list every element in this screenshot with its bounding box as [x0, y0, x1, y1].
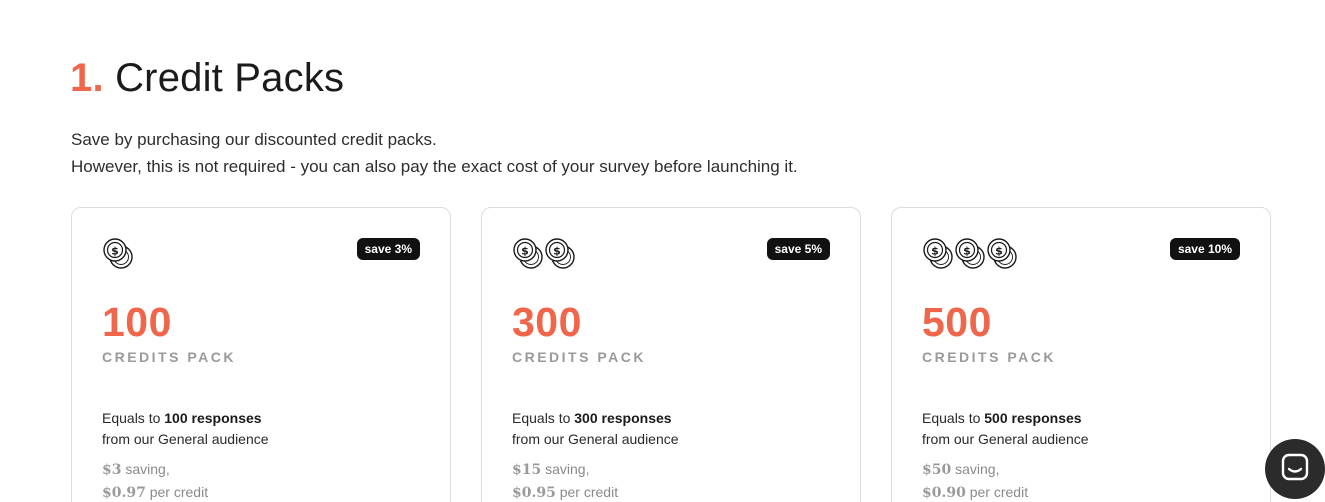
saving-amount: $50: [922, 462, 952, 478]
equals-text: Equals to 300 responses from our General…: [512, 408, 679, 450]
equals-responses: 100 responses: [164, 410, 262, 426]
save-badge: save 5%: [766, 238, 830, 260]
dollar-coin-icon: $: [922, 237, 954, 271]
saving-label: saving,: [545, 461, 590, 477]
svg-text:$: $: [111, 245, 119, 258]
dollar-coin-icon: $: [512, 237, 544, 271]
saving-text: $15 saving, $0.95 per credit: [512, 458, 618, 502]
credit-pack-card-100[interactable]: $ save 3% 100 CREDITS PACK Equals to 100…: [71, 207, 451, 502]
section-number: 1.: [70, 56, 104, 100]
saving-label: saving,: [955, 461, 1000, 477]
equals-suffix: from our General audience: [512, 431, 679, 447]
equals-responses: 300 responses: [574, 410, 672, 426]
per-credit-amount: $0.97: [102, 485, 146, 501]
per-credit-amount: $0.90: [922, 485, 966, 501]
per-credit-label: per credit: [149, 484, 209, 500]
section-heading: 1. Credit Packs: [70, 56, 344, 100]
chat-launcher-button[interactable]: [1265, 439, 1325, 499]
pack-amount: 300: [512, 299, 582, 345]
saving-text: $3 saving, $0.97 per credit: [102, 458, 208, 502]
saving-text: $50 saving, $0.90 per credit: [922, 458, 1028, 502]
coins-group: $ $ $: [922, 237, 1018, 271]
dollar-coin-icon: $: [986, 237, 1018, 271]
credit-pack-card-300[interactable]: $ $ save 5% 300 CREDITS PACK Equals to 3…: [481, 207, 861, 502]
equals-prefix: Equals to: [922, 410, 981, 426]
intro-line-1: Save by purchasing our discounted credit…: [71, 130, 437, 149]
equals-suffix: from our General audience: [922, 431, 1089, 447]
credit-pack-card-500[interactable]: $ $ $ save 10% 500 CREDITS PACK Equals t…: [891, 207, 1271, 502]
saving-label: saving,: [125, 461, 170, 477]
svg-text:$: $: [521, 245, 529, 258]
dollar-coin-icon: $: [954, 237, 986, 271]
save-badge: save 3%: [356, 238, 420, 260]
section-title: Credit Packs: [115, 56, 345, 100]
intro-line-2: However, this is not required - you can …: [71, 157, 798, 176]
dollar-coin-icon: $: [544, 237, 576, 271]
coins-group: $ $: [512, 237, 576, 271]
svg-text:$: $: [995, 245, 1003, 258]
pack-label: CREDITS PACK: [102, 349, 236, 365]
saving-amount: $15: [512, 462, 542, 478]
equals-text: Equals to 100 responses from our General…: [102, 408, 269, 450]
per-credit-amount: $0.95: [512, 485, 556, 501]
coins-group: $: [102, 237, 134, 271]
equals-prefix: Equals to: [102, 410, 161, 426]
intro-text: Save by purchasing our discounted credit…: [71, 126, 798, 180]
svg-text:$: $: [963, 245, 971, 258]
per-credit-label: per credit: [969, 484, 1029, 500]
credit-packs-section: 1. Credit Packs Save by purchasing our d…: [0, 0, 1325, 502]
per-credit-label: per credit: [559, 484, 619, 500]
pack-amount: 100: [102, 299, 172, 345]
saving-amount: $3: [102, 462, 122, 478]
equals-prefix: Equals to: [512, 410, 571, 426]
svg-text:$: $: [931, 245, 939, 258]
equals-responses: 500 responses: [984, 410, 1082, 426]
pack-amount: 500: [922, 299, 992, 345]
chat-bubble-icon: [1280, 452, 1310, 487]
svg-text:$: $: [553, 245, 561, 258]
pack-label: CREDITS PACK: [512, 349, 646, 365]
dollar-coin-icon: $: [102, 237, 134, 271]
equals-text: Equals to 500 responses from our General…: [922, 408, 1089, 450]
pack-label: CREDITS PACK: [922, 349, 1056, 365]
equals-suffix: from our General audience: [102, 431, 269, 447]
save-badge: save 10%: [1169, 238, 1240, 260]
